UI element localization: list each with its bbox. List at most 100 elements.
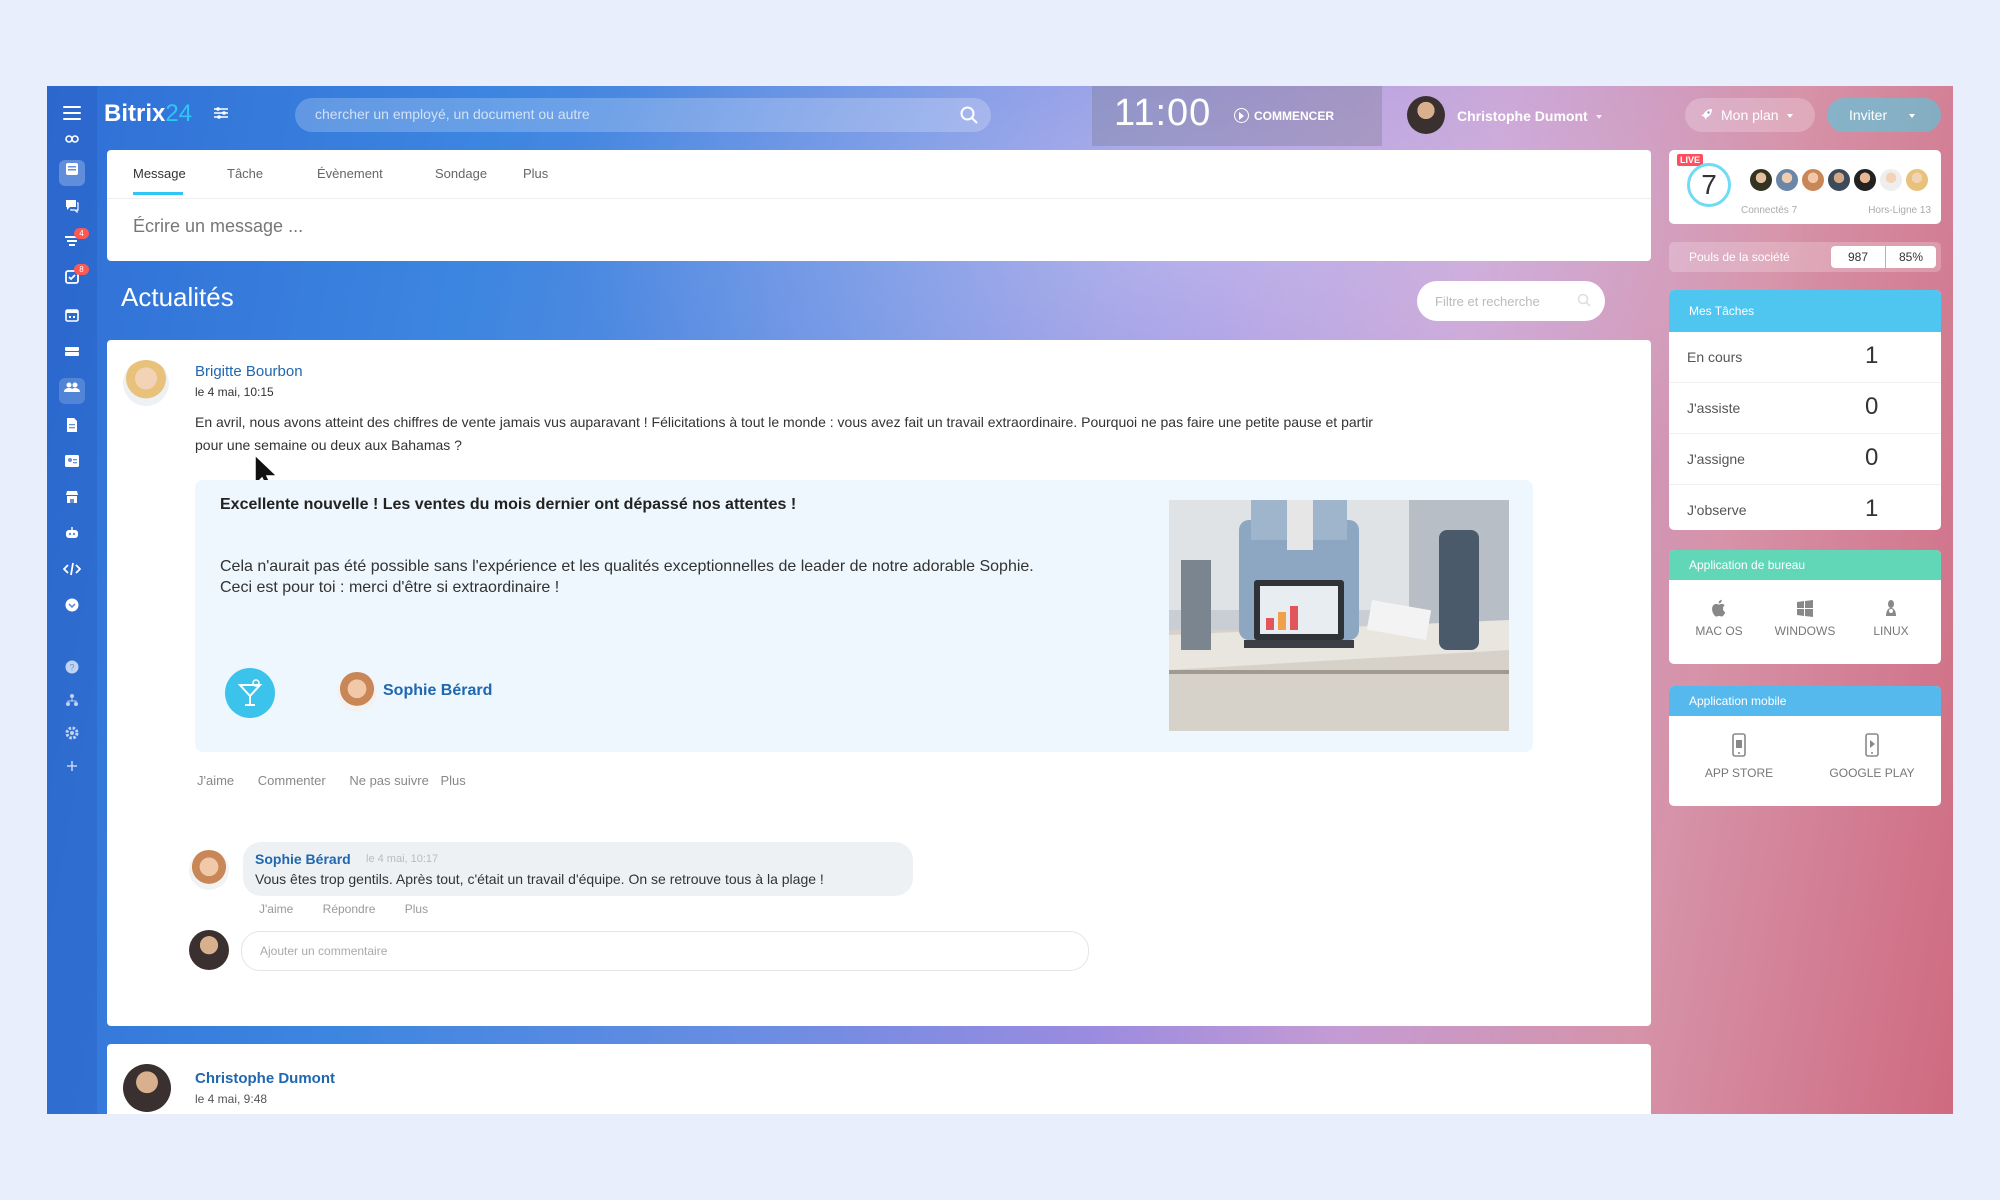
tab-poll[interactable]: Sondage	[435, 166, 487, 181]
start-workday-button[interactable]: COMMENCER	[1234, 108, 1334, 123]
sidebar-tasks-icon[interactable]: 8	[59, 264, 89, 294]
task-row-in-progress[interactable]: En cours 1	[1669, 332, 1941, 383]
company-pulse[interactable]: Pouls de la société 987 85%	[1669, 242, 1941, 272]
comment: Sophie Bérard le 4 mai, 10:17 Vous êtes …	[243, 842, 913, 896]
avatar[interactable]	[123, 360, 169, 406]
add-comment-input[interactable]	[258, 943, 1062, 959]
sidebar-documents-icon[interactable]	[59, 416, 85, 442]
sidebar-employees-icon[interactable]	[59, 378, 85, 404]
task-row-assisting[interactable]: J'assiste 0	[1669, 383, 1941, 434]
online-widget[interactable]: LIVE 7 Connectés 7 Hors-Ligne 13	[1669, 150, 1941, 224]
gratitude-line-2: Ceci est pour toi : merci d'être si extr…	[220, 579, 560, 596]
feed-post: Christophe Dumont le 4 mai, 9:48	[107, 1044, 1651, 1114]
download-linux[interactable]: LINUX	[1846, 598, 1936, 638]
sidebar-structure-icon[interactable]	[59, 691, 85, 717]
macos-label: MAC OS	[1695, 624, 1743, 638]
online-avatars[interactable]	[1749, 168, 1931, 197]
avatar[interactable]	[1827, 168, 1851, 192]
avatar[interactable]	[1905, 168, 1929, 192]
search-input[interactable]	[313, 105, 937, 123]
filter-input[interactable]	[1433, 293, 1577, 310]
comment-text: Vous êtes trop gentils. Après tout, c'ét…	[255, 871, 824, 887]
tab-message[interactable]: Message	[133, 166, 186, 181]
like-button[interactable]: J'aime	[197, 773, 234, 788]
phone-icon	[1732, 733, 1746, 757]
avatar[interactable]	[1775, 168, 1799, 192]
sidebar-calendar-icon[interactable]	[59, 306, 85, 332]
tab-event[interactable]: Évènement	[317, 166, 383, 181]
logo-settings-icon[interactable]	[213, 106, 229, 123]
sidebar-contacts-icon[interactable]	[59, 452, 85, 478]
recipient-name[interactable]: Sophie Bérard	[383, 682, 492, 700]
my-plan-button[interactable]: Mon plan	[1685, 98, 1815, 132]
sidebar-add-icon[interactable]	[59, 756, 85, 782]
search-icon[interactable]	[1577, 293, 1591, 307]
comment-avatar[interactable]	[189, 850, 229, 890]
sidebar-chat-icon[interactable]	[59, 196, 85, 222]
post-author[interactable]: Christophe Dumont	[195, 1070, 335, 1087]
task-row-assigning[interactable]: J'assigne 0	[1669, 434, 1941, 485]
sidebar-tasks-badge: 8	[74, 264, 89, 275]
apple-icon	[1712, 599, 1726, 617]
pulse-value: 987	[1831, 246, 1885, 268]
office-photo[interactable]	[1169, 500, 1509, 731]
tasks-title[interactable]: Mes Tâches	[1669, 290, 1941, 332]
comment-like-button[interactable]: J'aime	[259, 902, 293, 916]
sidebar-more-icon[interactable]	[59, 596, 85, 622]
post-date[interactable]: le 4 mai, 10:15	[195, 385, 274, 399]
offline-count: Hors-Ligne 13	[1868, 205, 1931, 216]
sidebar-store-icon[interactable]	[59, 488, 85, 514]
comment-button[interactable]: Commenter	[258, 773, 326, 788]
global-search[interactable]	[295, 98, 991, 132]
sidebar-filter-badge: 4	[74, 228, 89, 239]
comment-more-button[interactable]: Plus	[405, 902, 428, 916]
download-windows[interactable]: WINDOWS	[1760, 598, 1850, 638]
sidebar-help-icon[interactable]: ?	[59, 658, 85, 684]
sidebar-drive-icon[interactable]	[59, 342, 85, 368]
menu-hamburger-icon[interactable]	[63, 106, 81, 120]
chevron-down-icon	[1909, 114, 1916, 118]
task-row-observing[interactable]: J'observe 1	[1669, 485, 1941, 530]
sidebar-feed-icon[interactable]	[59, 160, 85, 186]
recipient-avatar[interactable]	[337, 672, 377, 712]
download-google-play[interactable]: GOOGLE PLAY	[1817, 732, 1927, 780]
tab-task[interactable]: Tâche	[227, 166, 263, 181]
comment-reply-button[interactable]: Répondre	[323, 902, 376, 916]
connected-count: Connectés 7	[1741, 205, 1798, 216]
sidebar-robot-icon[interactable]	[59, 524, 85, 550]
work-time-widget[interactable]: 11:00 COMMENCER	[1092, 86, 1382, 146]
sidebar-collab-icon[interactable]	[59, 130, 85, 156]
avatar[interactable]	[1749, 168, 1773, 192]
post-author[interactable]: Brigitte Bourbon	[195, 363, 303, 380]
bitrix-logo[interactable]: Bitrix24	[104, 100, 192, 128]
avatar[interactable]	[1801, 168, 1825, 192]
sidebar-settings-icon[interactable]	[59, 724, 85, 750]
avatar[interactable]	[1853, 168, 1877, 192]
tab-more[interactable]: Plus	[523, 166, 548, 181]
download-app-store[interactable]: APP STORE	[1689, 732, 1789, 780]
feed-post: Brigitte Bourbon le 4 mai, 10:15 En avri…	[107, 340, 1651, 1026]
user-menu[interactable]: Christophe Dumont	[1457, 108, 1602, 124]
app-window: 4 8 ? Bitrix24 chercher un employé, un d…	[47, 86, 1953, 1114]
logo-text: Bitrix	[104, 100, 166, 127]
user-avatar[interactable]	[1407, 96, 1445, 134]
sidebar-filter-icon[interactable]: 4	[59, 228, 89, 258]
post-date[interactable]: le 4 mai, 9:48	[195, 1092, 267, 1106]
avatar[interactable]	[123, 1064, 171, 1112]
avatar[interactable]	[1879, 168, 1903, 192]
search-icon[interactable]	[959, 105, 979, 125]
mobile-title: Application mobile	[1669, 686, 1941, 716]
post-more-button[interactable]: Plus	[440, 773, 465, 788]
add-comment-field[interactable]	[241, 931, 1089, 971]
download-macos[interactable]: MAC OS	[1674, 598, 1764, 638]
pulse-label: Pouls de la société	[1689, 250, 1790, 264]
comment-author[interactable]: Sophie Bérard	[255, 851, 351, 867]
unfollow-button[interactable]: Ne pas suivre	[349, 773, 428, 788]
comment-date: le 4 mai, 10:17	[366, 853, 439, 865]
task-count: 1	[1865, 342, 1879, 369]
feed-filter[interactable]	[1417, 281, 1605, 321]
sidebar-code-icon[interactable]	[59, 560, 85, 586]
invite-button[interactable]: Inviter	[1827, 98, 1941, 132]
left-sidebar: 4 8 ?	[47, 86, 97, 1114]
message-input[interactable]: Écrire un message ...	[133, 216, 303, 237]
